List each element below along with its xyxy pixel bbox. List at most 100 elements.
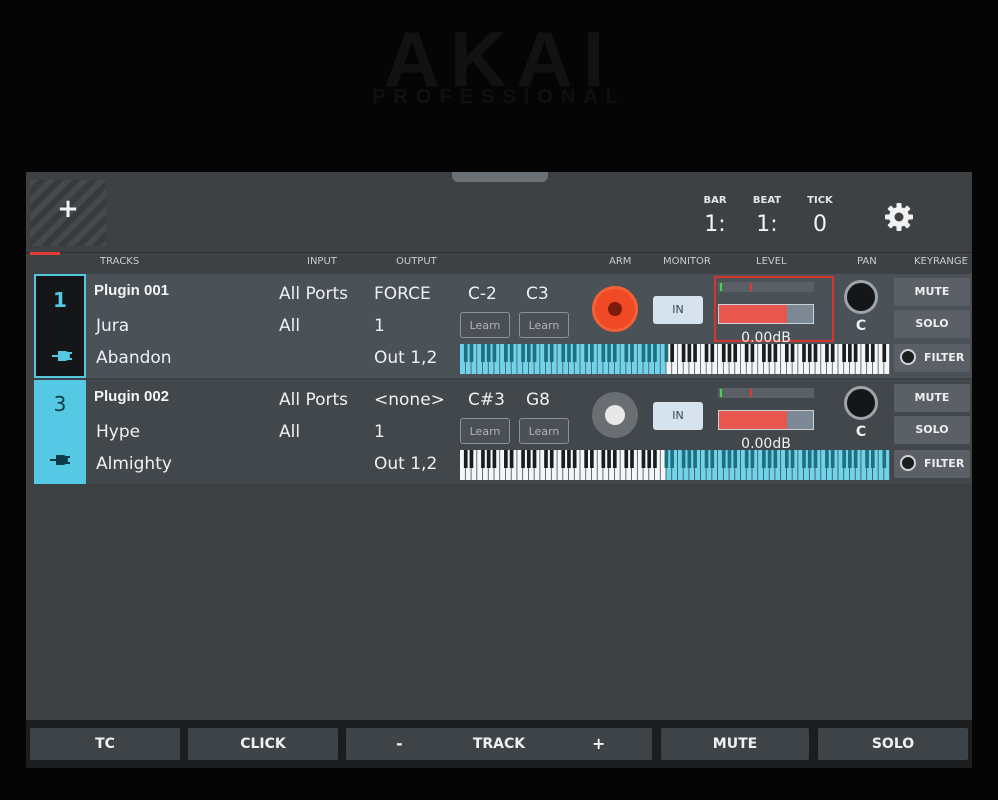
filter-label: FILTER	[924, 457, 965, 470]
black-key	[641, 344, 646, 362]
track-number: 3	[53, 392, 67, 416]
keyrange-high[interactable]: G8	[526, 390, 550, 410]
solo-mode-button[interactable]: SOLO	[818, 728, 968, 760]
track-number-badge[interactable]: 3	[34, 380, 86, 484]
output-channel[interactable]: 1	[374, 422, 385, 442]
black-key	[767, 450, 772, 468]
learn-high-button[interactable]: Learn	[519, 312, 569, 338]
input-channel[interactable]: All	[279, 422, 300, 442]
keyrange-high[interactable]: C3	[526, 284, 549, 304]
track-name[interactable]: Plugin 001	[94, 282, 169, 299]
track-previous-button[interactable]: -	[396, 728, 403, 760]
black-key	[567, 450, 571, 468]
track-row-2[interactable]: 3 Plugin 002 Hype Almighty All Ports All…	[34, 380, 972, 484]
filter-label: FILTER	[924, 351, 965, 364]
black-key	[807, 344, 812, 362]
black-key	[693, 344, 697, 362]
keyrange-keyboard[interactable]	[460, 344, 890, 374]
black-key	[521, 450, 525, 468]
preset-name[interactable]: Abandon	[96, 348, 172, 368]
arm-button[interactable]	[592, 286, 638, 332]
output-device[interactable]: <none>	[374, 390, 445, 410]
black-key	[848, 344, 852, 362]
learn-high-button[interactable]: Learn	[519, 418, 569, 444]
mute-button[interactable]: MUTE	[894, 384, 970, 412]
black-key	[504, 344, 508, 362]
black-key	[463, 344, 468, 362]
monitor-in-button[interactable]: IN	[653, 296, 703, 324]
black-key	[750, 450, 755, 468]
midi-filter-icon	[900, 349, 916, 365]
input-port[interactable]: All Ports	[279, 284, 348, 304]
track-next-button[interactable]: +	[592, 728, 605, 760]
track-number-badge[interactable]: 1	[34, 274, 86, 378]
black-key	[624, 450, 629, 468]
black-key	[624, 344, 629, 362]
black-key	[721, 450, 726, 468]
black-key	[590, 344, 594, 362]
preset-name[interactable]: Almighty	[96, 454, 172, 474]
black-key	[584, 344, 588, 362]
black-key	[509, 344, 514, 362]
black-key	[870, 344, 875, 362]
input-channel[interactable]: All	[279, 316, 300, 336]
black-key	[463, 450, 468, 468]
black-key	[744, 344, 749, 362]
black-key	[653, 450, 657, 468]
learn-low-button[interactable]: Learn	[460, 312, 510, 338]
keyrange-low[interactable]: C#3	[468, 390, 505, 410]
mute-mode-button[interactable]: MUTE	[661, 728, 809, 760]
level-fader[interactable]	[718, 410, 814, 430]
level-fader[interactable]	[718, 304, 814, 324]
output-audio[interactable]: Out 1,2	[374, 348, 437, 368]
header-divider	[26, 252, 972, 253]
pull-down-handle[interactable]	[452, 172, 548, 182]
plugin-name[interactable]: Hype	[96, 422, 140, 442]
pan-knob[interactable]	[844, 280, 878, 314]
black-key	[762, 450, 766, 468]
black-key	[647, 344, 652, 362]
solo-button[interactable]: SOLO	[894, 310, 970, 338]
track-selector[interactable]: - TRACK +	[346, 728, 652, 760]
black-key	[882, 344, 887, 362]
input-port[interactable]: All Ports	[279, 390, 348, 410]
black-key	[693, 450, 697, 468]
track-row-1[interactable]: 1 Plugin 001 Jura Abandon All Ports All …	[34, 274, 972, 378]
monitor-in-button[interactable]: IN	[653, 402, 703, 430]
black-key	[544, 344, 548, 362]
black-key	[802, 450, 806, 468]
filter-button[interactable]: FILTER	[894, 344, 970, 372]
bar-label: BAR	[703, 195, 727, 206]
keyrange-low[interactable]: C-2	[468, 284, 497, 304]
filter-button[interactable]: FILTER	[894, 450, 970, 478]
black-key	[733, 344, 738, 362]
black-key	[710, 344, 715, 362]
level-meter	[718, 282, 814, 292]
black-key	[813, 344, 818, 362]
add-track-button[interactable]: +	[30, 180, 106, 246]
black-key	[853, 450, 858, 468]
gear-icon[interactable]	[884, 202, 914, 232]
column-header-monitor: MONITOR	[663, 256, 711, 267]
arm-button[interactable]	[592, 392, 638, 438]
output-audio[interactable]: Out 1,2	[374, 454, 437, 474]
plugin-name[interactable]: Jura	[96, 316, 129, 336]
mute-button[interactable]: MUTE	[894, 278, 970, 306]
learn-low-button[interactable]: Learn	[460, 418, 510, 444]
black-key	[532, 344, 537, 362]
black-key	[767, 344, 772, 362]
tc-button[interactable]: TC	[30, 728, 180, 760]
solo-button[interactable]: SOLO	[894, 416, 970, 444]
click-button[interactable]: CLICK	[188, 728, 338, 760]
pan-knob[interactable]	[844, 386, 878, 420]
midi-filter-icon	[900, 455, 916, 471]
black-key	[561, 344, 566, 362]
keyrange-keyboard[interactable]	[460, 450, 890, 480]
black-key	[567, 344, 571, 362]
track-name[interactable]: Plugin 002	[94, 388, 169, 405]
output-channel[interactable]: 1	[374, 316, 385, 336]
scroll-position-indicator	[30, 252, 60, 255]
pan-value: C	[855, 318, 867, 334]
output-device[interactable]: FORCE	[374, 284, 431, 304]
level-fader-fill	[719, 411, 787, 429]
